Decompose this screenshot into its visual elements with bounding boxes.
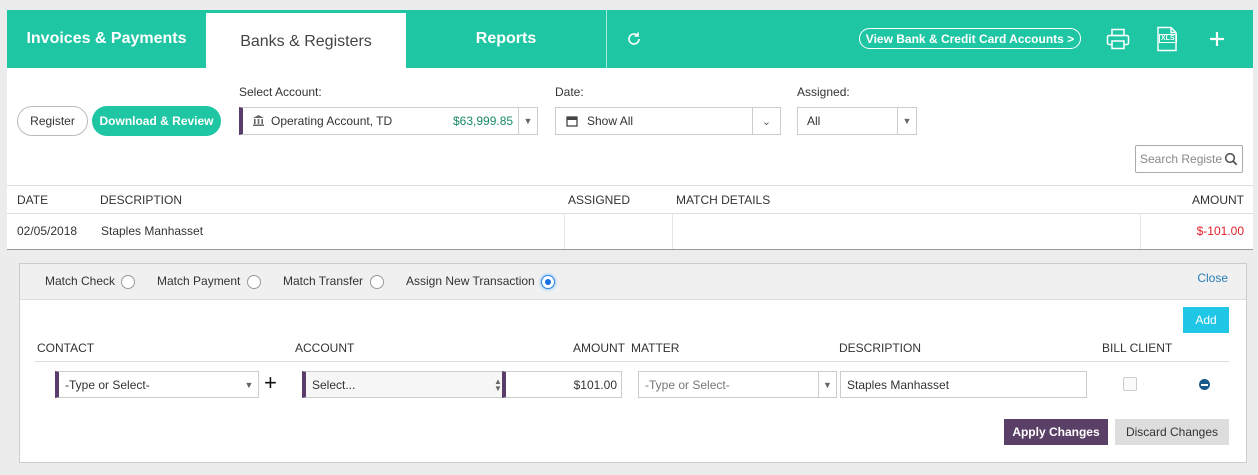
column-header-description: DESCRIPTION	[100, 193, 183, 207]
assign-new-transaction-radio[interactable]	[541, 275, 555, 289]
line-header-divider	[35, 361, 1229, 362]
search-icon[interactable]	[1224, 152, 1238, 169]
matter-field[interactable]: -Type or Select- ▼	[638, 371, 837, 398]
column-header-description: DESCRIPTION	[839, 341, 922, 355]
assign-new-transaction-label: Assign New Transaction	[406, 274, 535, 288]
match-check-radio[interactable]	[121, 275, 135, 289]
close-link[interactable]: Close	[1197, 271, 1228, 285]
match-check-label: Match Check	[45, 274, 116, 288]
description-field[interactable]: Staples Manhasset	[840, 371, 1087, 398]
assigned-label: Assigned:	[797, 85, 850, 99]
chevron-down-icon[interactable]: ▼	[897, 108, 916, 134]
contact-field[interactable]: -Type or Select- ▼	[55, 371, 259, 398]
select-account-label: Select Account:	[239, 85, 322, 99]
description-value: Staples Manhasset	[847, 377, 950, 392]
discard-changes-button[interactable]: Discard Changes	[1115, 419, 1229, 445]
matter-placeholder: -Type or Select-	[645, 377, 730, 392]
chevron-down-icon[interactable]: ▼	[518, 108, 537, 134]
date-value: Show All	[587, 114, 634, 128]
bank-icon	[252, 114, 265, 130]
contact-placeholder: -Type or Select-	[65, 377, 150, 392]
calendar-icon	[566, 115, 578, 130]
account-balance: $63,999.85	[453, 114, 514, 128]
match-options-bar: Match Check Match Payment Match Transfer…	[20, 264, 1246, 300]
column-header-matter: MATTER	[631, 341, 680, 355]
table-top-divider	[7, 185, 1253, 186]
table-row[interactable]: 02/05/2018 Staples Manhasset $-101.00	[7, 214, 1253, 250]
match-transfer-radio[interactable]	[370, 275, 384, 289]
remove-line-icon[interactable]	[1199, 379, 1210, 390]
match-assign-panel: Match Check Match Payment Match Transfer…	[19, 263, 1247, 463]
tab-invoices-payments[interactable]: Invoices & Payments	[7, 10, 206, 68]
match-payment-radio[interactable]	[247, 275, 261, 289]
column-header-match-details: MATCH DETAILS	[676, 193, 771, 207]
amount-value: $101.00	[573, 377, 617, 392]
account-name: Operating Account, TD	[271, 114, 393, 128]
row-bottom-divider	[7, 249, 1253, 250]
assigned-select[interactable]: All ▼	[797, 107, 917, 135]
column-divider	[1140, 214, 1141, 250]
account-select[interactable]: Operating Account, TD $63,999.85 ▼	[239, 107, 538, 135]
match-payment-label: Match Payment	[157, 274, 241, 288]
column-header-amount: AMOUNT	[573, 341, 625, 355]
add-line-button[interactable]: Add	[1183, 307, 1229, 333]
register-button[interactable]: Register	[17, 106, 88, 136]
view-bank-accounts-link[interactable]: View Bank & Credit Card Accounts >	[859, 28, 1081, 49]
tab-divider	[606, 10, 607, 68]
download-review-button[interactable]: Download & Review	[92, 106, 221, 136]
column-header-account: ACCOUNT	[295, 341, 355, 355]
row-description: Staples Manhasset	[101, 224, 204, 238]
refresh-icon[interactable]	[625, 30, 643, 48]
plus-icon[interactable]	[1206, 28, 1228, 50]
chevron-down-icon[interactable]: ⌄	[752, 108, 780, 134]
top-nav-bar: Invoices & Payments Banks & Registers Re…	[7, 10, 1253, 70]
xls-label: XLS	[1159, 34, 1177, 43]
chevron-down-icon[interactable]: ▼	[240, 372, 258, 397]
column-header-assigned: ASSIGNED	[568, 193, 631, 207]
column-header-contact: CONTACT	[37, 341, 95, 355]
match-transfer-label: Match Transfer	[283, 274, 364, 288]
assigned-value: All	[807, 114, 821, 128]
column-header-date: DATE	[17, 193, 49, 207]
column-header-amount: AMOUNT	[1192, 193, 1244, 207]
account-field[interactable]: Select... ▲ ▼	[302, 371, 506, 398]
search-input[interactable]: Search Registe	[1135, 145, 1243, 173]
row-amount: $-101.00	[1196, 224, 1244, 238]
date-label: Date:	[555, 85, 584, 99]
tab-reports[interactable]: Reports	[406, 10, 606, 68]
amount-field[interactable]: $101.00	[502, 371, 622, 398]
date-select[interactable]: Show All ⌄	[555, 107, 781, 135]
chevron-down-icon[interactable]: ▼	[818, 372, 836, 397]
register-main-panel: Register Download & Review Select Accoun…	[7, 68, 1253, 250]
row-date: 02/05/2018	[17, 224, 78, 238]
tab-banks-registers[interactable]: Banks & Registers	[206, 10, 406, 70]
print-icon[interactable]	[1105, 26, 1131, 52]
apply-changes-button[interactable]: Apply Changes	[1004, 419, 1108, 445]
bill-client-checkbox[interactable]	[1123, 377, 1137, 391]
column-header-bill-client: BILL CLIENT	[1102, 341, 1173, 355]
column-divider	[564, 214, 565, 250]
xls-icon[interactable]: XLS	[1154, 25, 1180, 53]
search-placeholder: Search Registe	[1140, 152, 1223, 166]
column-divider	[672, 214, 673, 250]
add-contact-icon[interactable]: +	[264, 371, 277, 395]
account-field-value: Select...	[312, 377, 356, 392]
